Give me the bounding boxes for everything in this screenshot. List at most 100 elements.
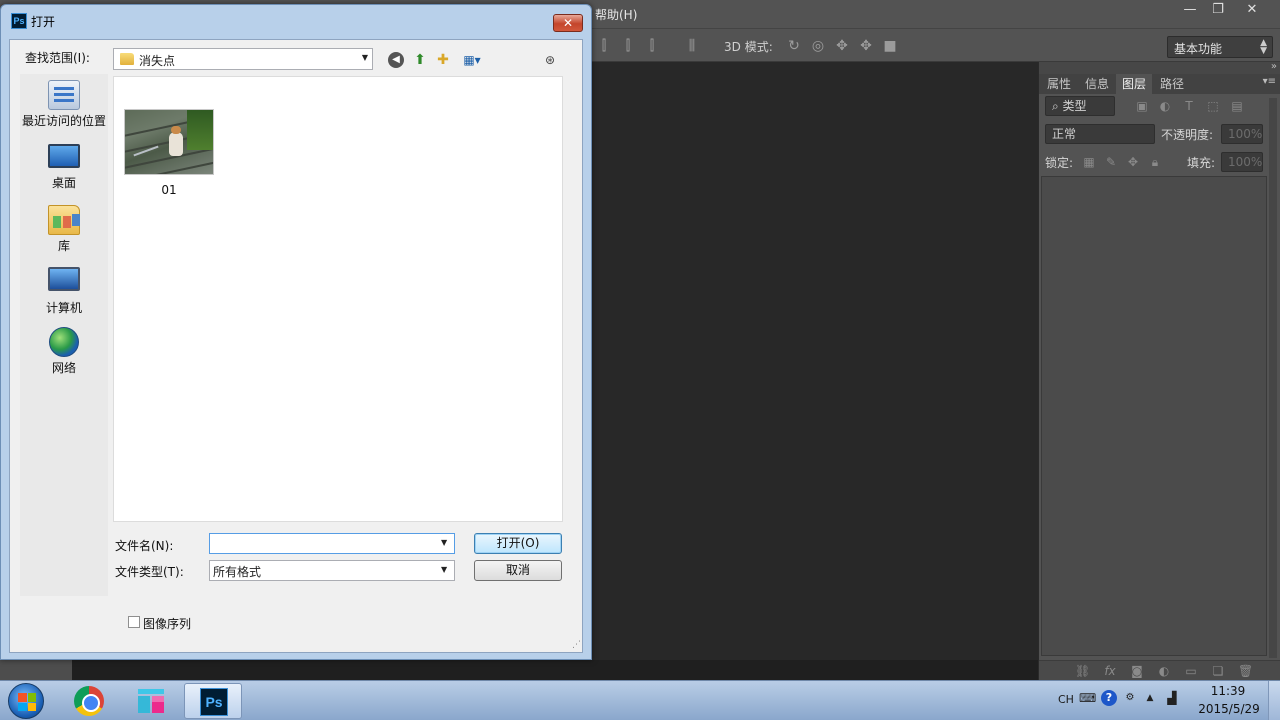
3d-roll-icon[interactable]: ◎ [810, 38, 826, 54]
panel-scrollbar[interactable] [1269, 98, 1277, 658]
window-close-icon[interactable]: ✕ [1238, 0, 1266, 20]
distribute-right-icon[interactable]: ⫿ [644, 38, 660, 54]
taskbar-chrome[interactable] [60, 683, 118, 719]
look-in-combo[interactable]: 消失点 ▼ [113, 48, 373, 70]
place-label: 最近访问的位置 [21, 114, 106, 128]
link-layers-icon[interactable]: ⛓ [1075, 664, 1090, 678]
resize-grip-icon[interactable]: ⋰ [572, 640, 581, 650]
show-desktop-button[interactable] [1268, 681, 1280, 720]
up-folder-icon[interactable]: ⬆ [411, 51, 429, 69]
place-desktop[interactable]: 桌面 [20, 144, 108, 191]
chrome-icon [74, 686, 104, 716]
open-button[interactable]: 打开(O) [474, 533, 562, 554]
folder-icon [120, 53, 134, 65]
fill-field[interactable]: 100% [1221, 152, 1263, 172]
new-adjustment-icon[interactable]: ◐ [1157, 664, 1171, 678]
panel-top-strip: » [1039, 61, 1280, 74]
3d-scale-icon[interactable]: ■ [882, 38, 898, 54]
dialog-titlebar[interactable]: Ps 打开 ✕ [1, 5, 591, 35]
collapse-panel-icon[interactable]: » [1271, 61, 1277, 72]
minimize-icon[interactable]: — [1176, 0, 1204, 20]
lock-transparent-icon[interactable]: ▦ [1082, 155, 1096, 169]
chevron-down-icon[interactable]: ▼ [441, 538, 447, 547]
keyboard-icon[interactable]: ⌨ [1079, 690, 1096, 706]
menu-help[interactable]: 帮助(H) [595, 6, 637, 23]
taskbar-app3[interactable] [122, 683, 180, 719]
opacity-field[interactable]: 100% [1221, 124, 1263, 144]
blend-mode-select[interactable]: 正常 [1045, 124, 1155, 144]
tab-properties[interactable]: 属性 [1041, 74, 1077, 94]
photoshop-icon: Ps [200, 688, 228, 716]
help-icon[interactable]: ? [1101, 690, 1117, 706]
lock-position-icon[interactable]: ✥ [1126, 155, 1140, 169]
3d-slide-icon[interactable]: ✥ [858, 38, 874, 54]
taskbar-photoshop[interactable]: Ps [184, 683, 242, 719]
start-button[interactable] [8, 683, 44, 719]
lock-label: 锁定: [1045, 156, 1074, 170]
file-item[interactable]: 01 [123, 109, 215, 197]
new-layer-icon[interactable]: ❏ [1211, 664, 1225, 678]
distribute-center-icon[interactable]: ⫿ [620, 38, 636, 54]
blend-mode-value: 正常 [1052, 127, 1077, 141]
filter-smart-object-icon[interactable]: ▤ [1230, 99, 1244, 113]
add-mask-icon[interactable]: ◙ [1130, 664, 1144, 678]
network-signal-icon[interactable]: ▟ [1164, 690, 1180, 706]
view-menu-icon[interactable]: ▦▾ [458, 51, 486, 69]
fill-label: 填充: [1187, 156, 1216, 170]
document-status-bar [0, 660, 1038, 680]
layer-filter-select[interactable]: ⌕ 类型 [1045, 96, 1115, 116]
filter-type-icon[interactable]: T [1182, 99, 1196, 113]
filter-shape-icon[interactable]: ⬚ [1206, 99, 1220, 113]
workspace-value: 基本功能 [1174, 42, 1223, 56]
clock-time[interactable]: 11:39 [1206, 684, 1250, 698]
file-list-view[interactable]: 01 [113, 76, 563, 522]
layers-list[interactable] [1041, 176, 1267, 656]
cancel-button[interactable]: 取消 [474, 560, 562, 581]
chevron-down-icon[interactable]: ▼ [441, 565, 447, 574]
chevron-updown-icon: ▲ ▼ [1260, 38, 1267, 56]
workspace-select[interactable]: 基本功能 ▲ ▼ [1167, 36, 1273, 58]
restore-icon[interactable]: ❐ [1204, 0, 1232, 20]
3d-rotate-icon[interactable]: ↻ [786, 38, 802, 54]
tab-paths[interactable]: 路径 [1154, 74, 1190, 94]
filter-pixel-icon[interactable]: ▣ [1135, 99, 1149, 113]
filetype-select[interactable]: 所有格式 [209, 560, 455, 581]
network-globe-icon [49, 327, 79, 357]
filename-input[interactable] [209, 533, 455, 554]
filter-kind-value: 类型 [1062, 99, 1087, 113]
canvas-area [592, 62, 1036, 660]
place-recent[interactable]: 最近访问的位置 [20, 80, 108, 129]
favorites-folder-icon[interactable]: ⊛ [541, 51, 559, 69]
recent-places-icon [48, 80, 80, 110]
place-label: 桌面 [51, 176, 76, 190]
place-label: 网络 [51, 361, 76, 375]
lock-all-icon[interactable]: 🔒︎ [1148, 155, 1162, 169]
status-cell [0, 660, 72, 680]
input-language[interactable]: CH [1058, 693, 1074, 706]
distribute-left-icon[interactable]: ⫿ [596, 38, 612, 54]
new-group-icon[interactable]: ▭ [1184, 664, 1198, 678]
filter-adjustment-icon[interactable]: ◐ [1158, 99, 1172, 113]
delete-layer-icon[interactable]: 🗑︎ [1238, 664, 1253, 678]
panel-menu-icon[interactable]: ▾≡ [1263, 76, 1276, 87]
opacity-label: 不透明度: [1161, 128, 1214, 142]
computer-icon [48, 267, 80, 291]
3d-pan-icon[interactable]: ✥ [834, 38, 850, 54]
place-network[interactable]: 网络 [20, 327, 108, 376]
clock-date[interactable]: 2015/5/29 [1194, 702, 1264, 716]
place-label: 计算机 [45, 301, 82, 315]
lock-image-icon[interactable]: ✎ [1104, 155, 1118, 169]
auto-align-icon[interactable]: ⫼ [684, 38, 700, 54]
place-library[interactable]: 库 [20, 205, 108, 254]
show-hidden-icons-icon[interactable]: ▲ [1142, 690, 1158, 706]
image-sequence-label[interactable]: 图像序列 [143, 615, 191, 632]
image-sequence-checkbox[interactable] [128, 616, 140, 628]
new-folder-icon[interactable]: ✚ [434, 51, 452, 69]
ime-options-icon[interactable]: ⚙ [1122, 690, 1138, 706]
back-icon[interactable]: ◀ [388, 52, 404, 68]
fx-icon[interactable]: fx [1103, 664, 1117, 678]
place-computer[interactable]: 计算机 [20, 267, 108, 316]
tab-info[interactable]: 信息 [1079, 74, 1115, 94]
dialog-close-button[interactable]: ✕ [553, 14, 583, 32]
tab-layers[interactable]: 图层 [1116, 74, 1153, 94]
